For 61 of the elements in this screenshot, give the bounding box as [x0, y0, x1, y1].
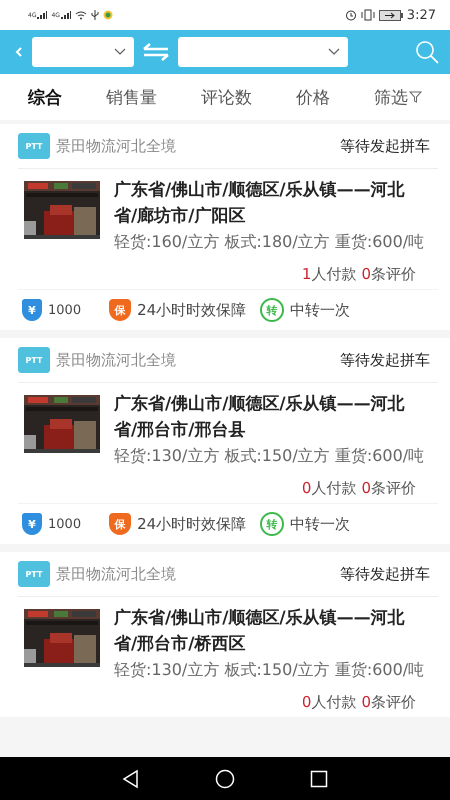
shop-name: 景田物流河北全境	[56, 136, 176, 156]
listing-card[interactable]: PTT 景田物流河北全境 等待发起拼车 广东省/佛山市/顺德区/乐从镇——河北省/邢台市/桥西区 轻货:130/立方 板式:150/立方 重货:600/吨 0人付款 0条评价	[0, 552, 450, 717]
payer-label: 人付款	[311, 692, 356, 713]
review-label: 条评价	[371, 692, 416, 713]
deposit-amount: 1000	[48, 516, 82, 532]
listing-card[interactable]: PTT 景田物流河北全境 等待发起拼车 广东省/佛山市/顺德区/乐从镇——河北省/廊坊市/广阳区 轻货:160/立方 板式:180/立方 重货:600/吨 1人付款 0条评价 ¥ 1000 保 24小时时效保障 转 中转一次	[0, 124, 450, 330]
shield-icon: ¥	[22, 299, 42, 321]
transfer-icon: 转	[260, 298, 284, 322]
transfer-label: 中转一次	[290, 300, 350, 320]
badge-icon: 保	[109, 513, 132, 535]
sort-tab[interactable]: 销售量	[102, 84, 161, 110]
review-label: 条评价	[371, 478, 416, 499]
price-list: 轻货:160/立方 板式:180/立方 重货:600/吨	[114, 229, 426, 255]
clock-time: 3:27	[406, 8, 436, 22]
home-icon[interactable]	[214, 768, 236, 790]
chat-logo-icon: PTT	[18, 133, 50, 159]
battery-icon	[378, 10, 403, 20]
chat-logo-icon: PTT	[18, 347, 50, 373]
shop-name: 景田物流河北全境	[56, 564, 176, 584]
sort-tab[interactable]: 综合	[24, 84, 66, 110]
alarm-icon	[344, 9, 357, 21]
shield-icon: ¥	[22, 513, 42, 535]
guarantee-label: 24小时时效保障	[137, 514, 246, 534]
payer-label: 人付款	[311, 264, 356, 285]
search-icon[interactable]	[414, 39, 440, 65]
chevron-down-icon	[328, 48, 340, 56]
review-count: 0	[361, 692, 371, 713]
route-title: 广东省/佛山市/顺德区/乐从镇——河北省/邢台市/邢台县	[114, 393, 406, 442]
badge-icon: 保	[109, 299, 132, 321]
chat-logo-icon: PTT	[18, 561, 50, 587]
sort-tab[interactable]: 价格	[292, 84, 334, 110]
price-list: 轻货:130/立方 板式:150/立方 重货:600/吨	[114, 443, 426, 469]
usb-icon	[90, 10, 99, 20]
swap-icon[interactable]	[142, 43, 170, 61]
order-status: 等待发起拼车	[340, 136, 431, 156]
sort-tab[interactable]: 评论数	[197, 84, 256, 110]
review-count: 0	[361, 264, 371, 285]
review-count: 0	[361, 478, 371, 499]
payer-count: 0	[302, 478, 312, 499]
route-title: 广东省/佛山市/顺德区/乐从镇——河北省/廊坊市/广阳区	[114, 179, 406, 228]
payer-label: 人付款	[311, 478, 356, 499]
order-status: 等待发起拼车	[340, 350, 431, 370]
route-title: 广东省/佛山市/顺德区/乐从镇——河北省/邢台市/桥西区	[114, 607, 406, 656]
guarantee-label: 24小时时效保障	[137, 300, 246, 320]
transfer-icon: 转	[260, 512, 284, 536]
back-icon[interactable]	[14, 45, 24, 59]
review-label: 条评价	[371, 264, 416, 285]
sort-tab[interactable]: 筛选	[370, 84, 426, 110]
deposit-amount: 1000	[48, 302, 82, 318]
transfer-label: 中转一次	[290, 514, 350, 534]
listing-card[interactable]: PTT 景田物流河北全境 等待发起拼车 广东省/佛山市/顺德区/乐从镇——河北省/邢台市/邢台县 轻货:130/立方 板式:150/立方 重货:600/吨 0人付款 0条评价 ¥ 1000 保 24小时时效保障 转 中转一次	[0, 338, 450, 544]
order-status: 等待发起拼车	[340, 564, 431, 584]
filter-icon	[409, 91, 422, 103]
vibrate-icon	[360, 9, 375, 21]
payer-count: 1	[302, 264, 312, 285]
payer-count: 0	[302, 692, 312, 713]
shop-name: 景田物流河北全境	[56, 350, 176, 370]
app-notification-icon	[102, 10, 113, 20]
wifi-icon	[74, 10, 87, 20]
price-list: 轻货:130/立方 板式:150/立方 重货:600/吨	[114, 657, 426, 683]
chevron-down-icon	[114, 48, 126, 56]
